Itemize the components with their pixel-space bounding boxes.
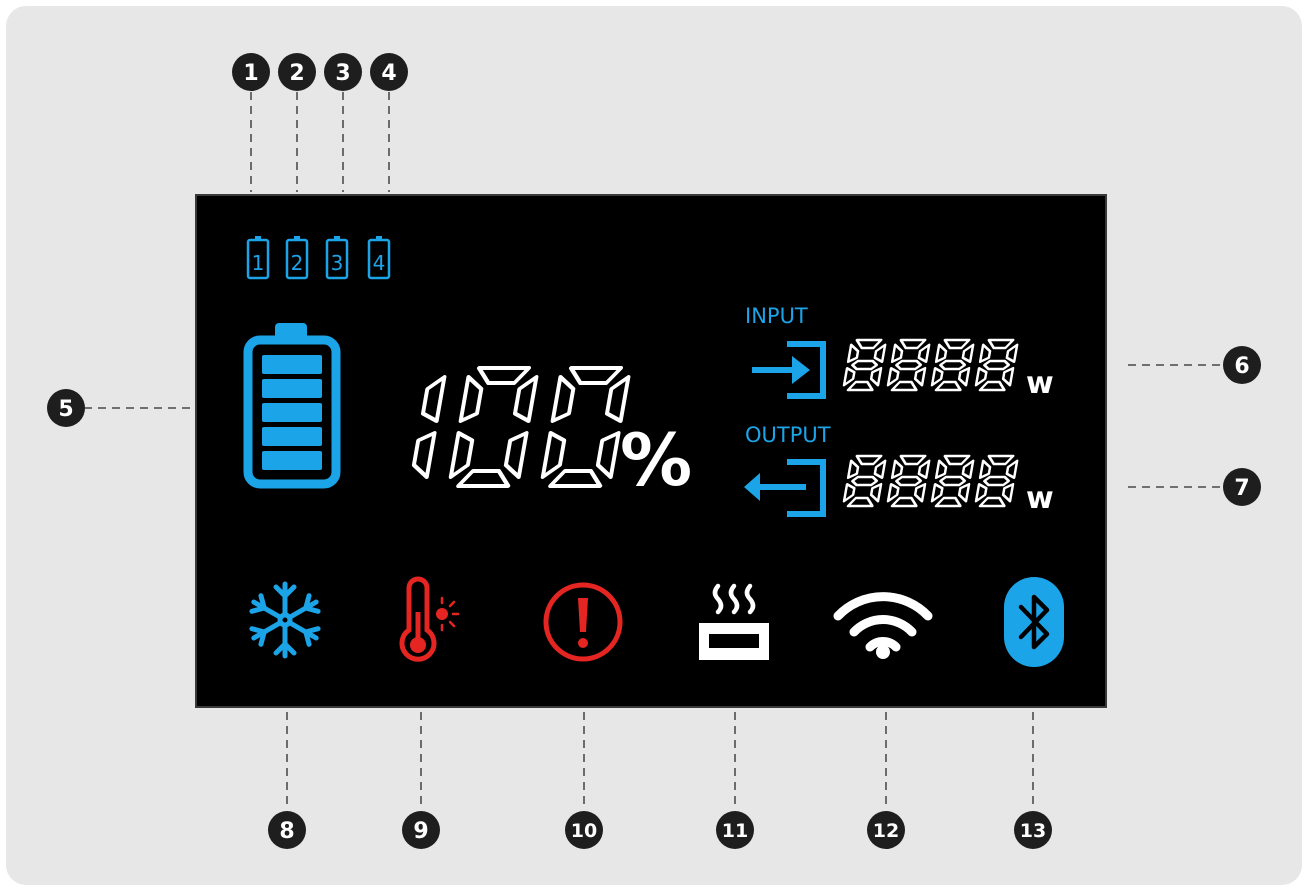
lcd-diagram: 1 2 3 4 5 6 7 8 9 10 11 12 13 1 2 3 4 % … bbox=[47, 53, 1261, 849]
battery-level-bar bbox=[262, 403, 322, 422]
svg-text:2: 2 bbox=[289, 61, 304, 86]
svg-text:5: 5 bbox=[58, 397, 73, 422]
output-unit: w bbox=[1026, 481, 1054, 516]
svg-text:11: 11 bbox=[722, 820, 748, 842]
battery-level-bar bbox=[262, 451, 322, 470]
callout-badge-1: 1 bbox=[232, 53, 270, 91]
bluetooth-icon bbox=[1004, 577, 1064, 667]
input-label: INPUT bbox=[745, 304, 808, 328]
callout-badge-13: 13 bbox=[1014, 811, 1052, 849]
battery-level-bar bbox=[262, 427, 322, 446]
svg-text:4: 4 bbox=[373, 251, 386, 275]
svg-text:8: 8 bbox=[279, 819, 294, 844]
svg-text:1: 1 bbox=[243, 61, 258, 86]
battery-level-bar bbox=[262, 355, 322, 374]
svg-text:12: 12 bbox=[873, 820, 899, 842]
svg-text:6: 6 bbox=[1234, 354, 1249, 379]
svg-text:13: 13 bbox=[1020, 820, 1046, 842]
callout-badge-7: 7 bbox=[1223, 468, 1261, 506]
callout-badge-6: 6 bbox=[1223, 346, 1261, 384]
callout-badge-5: 5 bbox=[47, 389, 85, 427]
callout-badge-2: 2 bbox=[278, 53, 316, 91]
callout-badge-4: 4 bbox=[370, 53, 408, 91]
svg-text:2: 2 bbox=[291, 251, 304, 275]
callout-badge-3: 3 bbox=[324, 53, 362, 91]
svg-text:4: 4 bbox=[381, 61, 396, 86]
svg-text:9: 9 bbox=[413, 819, 428, 844]
callout-badge-9: 9 bbox=[402, 811, 440, 849]
battery-level-bar bbox=[262, 379, 322, 398]
output-label: OUTPUT bbox=[745, 423, 831, 447]
svg-text:3: 3 bbox=[331, 251, 344, 275]
svg-text:7: 7 bbox=[1234, 476, 1249, 501]
svg-text:1: 1 bbox=[252, 251, 265, 275]
callout-badge-10: 10 bbox=[565, 811, 603, 849]
svg-text:3: 3 bbox=[335, 61, 350, 86]
callout-badge-8: 8 bbox=[268, 811, 306, 849]
svg-text:10: 10 bbox=[571, 820, 597, 842]
percent-symbol: % bbox=[620, 418, 692, 502]
input-unit: w bbox=[1026, 366, 1054, 401]
callout-badge-11: 11 bbox=[716, 811, 754, 849]
callout-badge-12: 12 bbox=[867, 811, 905, 849]
